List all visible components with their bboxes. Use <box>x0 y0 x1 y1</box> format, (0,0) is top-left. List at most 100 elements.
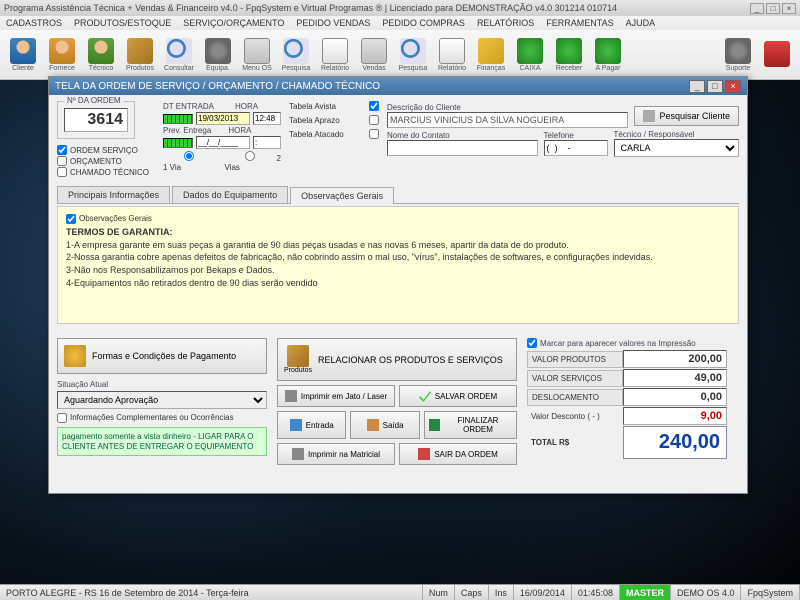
imprimir-laser-button[interactable]: Imprimir em Jato / Laser <box>277 385 395 407</box>
pesquisar-cliente-button[interactable]: Pesquisar Cliente <box>634 106 739 126</box>
tb-equipa[interactable]: Equipa. <box>199 32 237 77</box>
chk-info-complementares[interactable]: Informações Complementares ou Ocorrência… <box>57 413 267 423</box>
tb-suporte[interactable]: Suporte <box>719 32 757 77</box>
maximize-button[interactable]: □ <box>766 3 780 14</box>
in-icon <box>290 419 302 431</box>
out-icon <box>367 419 379 431</box>
valor-deslocamento: 0,00 <box>623 388 727 406</box>
chk-ordem-servico[interactable]: ORDEM SERVIÇO <box>57 145 155 155</box>
menu-item[interactable]: PEDIDO COMPRAS <box>382 18 465 28</box>
date-entrada[interactable] <box>196 112 250 125</box>
tecnico-responsavel[interactable]: CARLA <box>614 139 739 157</box>
radio-2vias[interactable]: 2 Vias <box>224 151 281 172</box>
date-prev-entrega[interactable] <box>196 136 250 149</box>
chk-observacoes[interactable]: Observações Gerais <box>66 213 730 224</box>
tb-pesquisa2[interactable]: Pesquisa <box>394 32 432 77</box>
person-icon <box>88 38 114 64</box>
app-title: Programa Assistência Técnica + Vendas & … <box>4 3 617 13</box>
money-icon <box>478 38 504 64</box>
tab-dados-equipamento[interactable]: Dados do Equipamento <box>172 186 288 203</box>
cliente-descricao[interactable] <box>387 112 628 128</box>
search-icon <box>643 110 655 122</box>
tb-menuos[interactable]: Menu OS <box>238 32 276 77</box>
tb-relatorio2[interactable]: Relatório <box>433 32 471 77</box>
hora-entrada[interactable] <box>253 112 281 125</box>
menu-item[interactable]: CADASTROS <box>6 18 62 28</box>
tb-fornece[interactable]: Fornece <box>43 32 81 77</box>
tb-receber[interactable]: Receber <box>550 32 588 77</box>
win-minimize[interactable]: _ <box>689 80 705 93</box>
chk-tabela-aprazo[interactable]: Tabela Aprazo <box>289 115 379 125</box>
hora-prev[interactable] <box>253 136 281 149</box>
sair-ordem-button[interactable]: SAIR DA ORDEM <box>399 443 517 465</box>
search-icon <box>283 38 309 64</box>
win-close[interactable]: × <box>725 80 741 93</box>
flag-icon <box>429 419 440 431</box>
finalizar-ordem-button[interactable]: FINALIZAR ORDEM <box>424 411 517 439</box>
menu-item[interactable]: RELATÓRIOS <box>477 18 534 28</box>
print-icon <box>285 390 297 402</box>
tb-exit[interactable] <box>758 32 796 77</box>
valor-servicos: 49,00 <box>623 369 727 387</box>
dollar-icon <box>517 38 543 64</box>
nome-contato[interactable] <box>387 140 538 156</box>
relacionar-produtos-button[interactable]: Produtos RELACIONAR OS PRODUTOS E SERVIÇ… <box>277 338 517 381</box>
telefone[interactable] <box>544 140 608 156</box>
situacao-atual[interactable]: Aguardando Aprovação <box>57 391 267 409</box>
chk-marcar-impressao[interactable]: Marcar para aparecer valores na Impressã… <box>527 338 727 348</box>
close-button[interactable]: × <box>782 3 796 14</box>
saida-button[interactable]: Saída <box>350 411 419 439</box>
salvar-ordem-button[interactable]: SALVAR ORDEM <box>399 385 517 407</box>
monitor-icon <box>361 38 387 64</box>
chk-tabela-atacado[interactable]: Tabela Atacado <box>289 129 379 139</box>
tabs: Principais Informações Dados do Equipame… <box>57 186 739 204</box>
tb-cliente[interactable]: Cliente <box>4 32 42 77</box>
doc-icon <box>322 38 348 64</box>
radio-1via[interactable]: 1 Via <box>163 151 216 172</box>
order-number: 3614 <box>64 108 128 132</box>
chk-tabela-avista[interactable]: Tabela Avista <box>289 101 379 111</box>
window-title: TELA DA ORDEM DE SERVIÇO / ORÇAMENTO / C… <box>55 81 380 92</box>
led-indicator <box>163 138 193 148</box>
valor-produtos: 200,00 <box>623 350 727 368</box>
order-number-group: Nº DA ORDEM 3614 <box>57 101 135 139</box>
close-icon <box>418 448 430 460</box>
tb-tecnico[interactable]: Técnico <box>82 32 120 77</box>
tab-observacoes[interactable]: Observações Gerais <box>290 187 394 204</box>
dollar-icon <box>556 38 582 64</box>
chk-chamado-tecnico[interactable]: CHAMADO TÉCNICO <box>57 167 155 177</box>
gear-icon <box>205 38 231 64</box>
imprimir-matricial-button[interactable]: Imprimir na Matricial <box>277 443 395 465</box>
app-icon <box>244 38 270 64</box>
menu-item[interactable]: PRODUTOS/ESTOQUE <box>74 18 171 28</box>
menu-item[interactable]: PEDIDO VENDAS <box>296 18 370 28</box>
formas-pagamento-button[interactable]: Formas e Condições de Pagamento <box>57 338 267 374</box>
tb-consultar[interactable]: Consultar <box>160 32 198 77</box>
minimize-button[interactable]: _ <box>750 3 764 14</box>
win-maximize[interactable]: □ <box>707 80 723 93</box>
led-indicator <box>163 114 193 124</box>
menu-item[interactable]: FERRAMENTAS <box>546 18 613 28</box>
entrada-button[interactable]: Entrada <box>277 411 346 439</box>
search-icon <box>400 38 426 64</box>
tab-principais[interactable]: Principais Informações <box>57 186 170 203</box>
tb-produtos[interactable]: Produtos <box>121 32 159 77</box>
box-icon <box>287 345 309 367</box>
menu-item[interactable]: SERVIÇO/ORÇAMENTO <box>183 18 284 28</box>
tb-pesquisa[interactable]: Pesquisa <box>277 32 315 77</box>
print-icon <box>292 448 304 460</box>
menu-item[interactable]: AJUDA <box>626 18 656 28</box>
tb-caixa[interactable]: CAIXA <box>511 32 549 77</box>
chk-orcamento[interactable]: ORÇAMENTO <box>57 156 155 166</box>
valor-total: 240,00 <box>623 426 727 459</box>
tb-vendas[interactable]: Vendas <box>355 32 393 77</box>
menubar: CADASTROS PRODUTOS/ESTOQUE SERVIÇO/ORÇAM… <box>0 16 800 30</box>
tb-relatorio[interactable]: Relatório <box>316 32 354 77</box>
person-icon <box>49 38 75 64</box>
tb-apagar[interactable]: A Pagar <box>589 32 627 77</box>
observacoes-box: Observações Gerais TERMOS DE GARANTIA: 1… <box>57 206 739 324</box>
doc-icon <box>439 38 465 64</box>
headset-icon <box>725 38 751 64</box>
check-icon <box>419 390 431 402</box>
tb-financas[interactable]: Finanças <box>472 32 510 77</box>
